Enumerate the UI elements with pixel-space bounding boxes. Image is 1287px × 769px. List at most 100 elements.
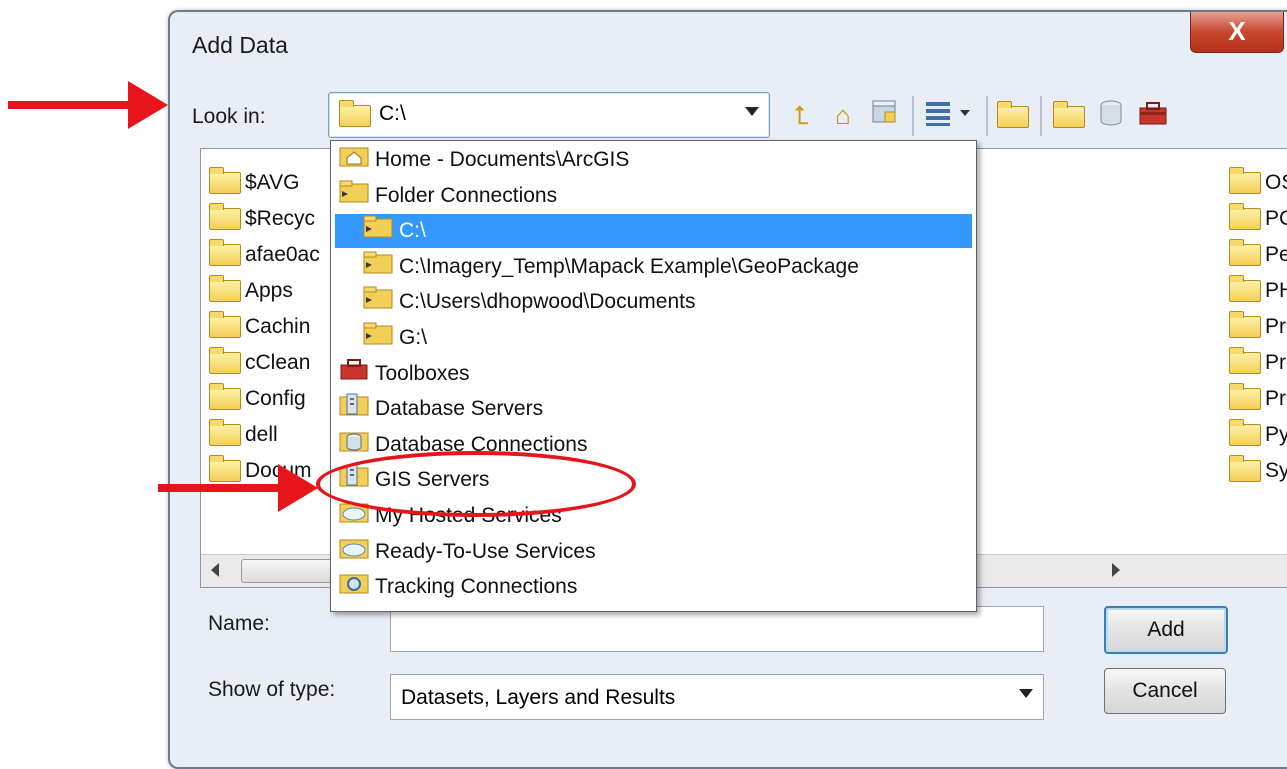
file-list-item-label: Cachin xyxy=(245,315,311,338)
file-list-item-label: Pro xyxy=(1265,351,1287,374)
home-folder-icon xyxy=(339,143,369,178)
dropdown-item-c-imagery-temp-mapack-example-geopackage[interactable]: C:\Imagery_Temp\Mapack Example\GeoPackag… xyxy=(335,250,972,284)
add-button[interactable]: Add xyxy=(1104,606,1228,654)
dropdown-item-c[interactable]: C:\ xyxy=(335,214,972,249)
file-list-item[interactable]: Config xyxy=(209,383,306,411)
folder-icon xyxy=(1229,455,1261,483)
ready-to-use-services-icon xyxy=(339,535,369,570)
file-list-item[interactable]: dell xyxy=(209,419,278,447)
file-list-item-label: PCI xyxy=(1265,207,1287,230)
close-button[interactable]: X xyxy=(1190,12,1284,53)
file-list-item-label: Config xyxy=(245,387,306,410)
file-list-item[interactable]: Pro xyxy=(1229,347,1287,375)
folder-connection-icon xyxy=(363,214,393,249)
file-list-item-label: OSC xyxy=(1265,171,1287,194)
lookin-value: C:\ xyxy=(379,102,406,125)
annotation-circle-gis-servers xyxy=(316,451,636,517)
dropdown-item-database-servers[interactable]: Database Servers xyxy=(335,392,972,426)
toolbar-separator xyxy=(986,96,988,136)
folder-icon xyxy=(1229,347,1261,375)
file-list-item-label: PHF xyxy=(1265,279,1287,302)
scroll-right-icon[interactable] xyxy=(1112,563,1120,577)
folder-connection-icon xyxy=(363,285,393,320)
show-type-value: Datasets, Layers and Results xyxy=(401,686,676,709)
dropdown-item-folder-connections[interactable]: Folder Connections xyxy=(335,179,972,213)
dropdown-item-label: Database Servers xyxy=(375,397,544,421)
toolbox-icon xyxy=(339,357,369,392)
new-folder-icon[interactable] xyxy=(996,98,1030,132)
show-type-label: Show of type: xyxy=(208,678,336,701)
file-list-item[interactable]: $Recyc xyxy=(209,203,316,231)
dropdown-item-tracking-connections[interactable]: Tracking Connections xyxy=(335,570,972,604)
file-list-item[interactable]: Cachin xyxy=(209,311,311,339)
file-list-item[interactable]: Perf xyxy=(1229,239,1287,267)
dialog-title: Add Data xyxy=(192,32,288,58)
connect-to-folder-icon[interactable] xyxy=(868,98,902,132)
file-list-item-label: Pro xyxy=(1265,387,1287,410)
home-icon[interactable]: ⌂ xyxy=(826,98,860,132)
folder-icon xyxy=(209,347,241,375)
file-list-item[interactable]: Pro xyxy=(1229,311,1287,339)
dropdown-item-ready-to-use-services[interactable]: Ready-To-Use Services xyxy=(335,535,972,569)
up-one-level-icon[interactable]: ⮤ xyxy=(784,98,818,132)
dropdown-item-toolboxes[interactable]: Toolboxes xyxy=(335,357,972,391)
file-list-item-label: cClean xyxy=(245,351,311,374)
scroll-left-icon[interactable] xyxy=(211,563,219,577)
dropdown-item-label: C:\Users\dhopwood\Documents xyxy=(399,290,696,314)
file-list-item-label: $Recyc xyxy=(245,207,316,230)
folder-icon xyxy=(339,100,371,127)
toolbox-icon[interactable] xyxy=(1136,98,1170,132)
file-list-item[interactable]: cClean xyxy=(209,347,311,375)
dropdown-item-label: Tracking Connections xyxy=(375,575,578,599)
chevron-down-icon xyxy=(745,107,759,116)
lookin-combo[interactable]: C:\ xyxy=(328,92,770,138)
folder-connection-icon xyxy=(363,250,393,285)
view-options-icon[interactable] xyxy=(924,98,978,132)
file-list-item-label: Syst xyxy=(1265,459,1287,482)
file-list-item[interactable]: Syst xyxy=(1229,455,1287,483)
dropdown-item-home-documents-arcgis[interactable]: Home - Documents\ArcGIS xyxy=(335,143,972,177)
file-list-item[interactable]: $AVG xyxy=(209,167,299,195)
catalog-folder-icon[interactable] xyxy=(1052,98,1086,132)
scroll-thumb[interactable] xyxy=(241,559,333,583)
file-list-item[interactable]: OSC xyxy=(1229,167,1287,195)
tracking-connections-icon xyxy=(339,570,369,605)
database-icon[interactable] xyxy=(1094,98,1128,132)
show-type-combo[interactable]: Datasets, Layers and Results xyxy=(390,674,1044,720)
folder-icon xyxy=(209,419,241,447)
file-list-item[interactable]: PCI xyxy=(1229,203,1287,231)
dropdown-item-label: G:\ xyxy=(399,326,428,350)
file-list-item[interactable]: Apps xyxy=(209,275,293,303)
folder-icon xyxy=(209,203,241,231)
dropdown-item-c-users-dhopwood-documents[interactable]: C:\Users\dhopwood\Documents xyxy=(335,285,972,319)
file-list-item-label: dell xyxy=(245,423,278,446)
dropdown-item-g[interactable]: G:\ xyxy=(335,321,972,355)
database-connections-icon xyxy=(339,428,369,463)
folder-icon xyxy=(1229,167,1261,195)
dropdown-item-label: Toolboxes xyxy=(375,361,470,385)
folder-icon xyxy=(209,311,241,339)
file-list-item[interactable]: PHF xyxy=(1229,275,1287,303)
folder-icon xyxy=(1229,275,1261,303)
file-list-item[interactable]: Pyth xyxy=(1229,419,1287,447)
title-bar: Add Data X xyxy=(170,12,1287,72)
file-list-item-label: Perf xyxy=(1265,243,1287,266)
file-list-item[interactable]: Pro xyxy=(1229,383,1287,411)
file-list-item-label: Pro xyxy=(1265,315,1287,338)
folder-icon xyxy=(209,383,241,411)
file-list-item[interactable]: afae0ac xyxy=(209,239,320,267)
toolbar-separator xyxy=(912,96,914,136)
name-input[interactable] xyxy=(390,606,1044,652)
lookin-dropdown-list[interactable]: Home - Documents\ArcGIS Folder Connection… xyxy=(330,140,977,612)
folder-icon xyxy=(209,239,241,267)
dropdown-item-label: C:\Imagery_Temp\Mapack Example\GeoPackag… xyxy=(399,254,859,278)
folder-icon xyxy=(209,455,241,483)
database-servers-icon xyxy=(339,392,369,427)
dropdown-item-label: Ready-To-Use Services xyxy=(375,539,596,563)
folder-connection-icon xyxy=(363,321,393,356)
lookin-label: Look in: xyxy=(192,105,266,128)
folder-icon xyxy=(1229,203,1261,231)
folder-icon xyxy=(1229,419,1261,447)
cancel-button[interactable]: Cancel xyxy=(1104,668,1226,714)
file-list-item-label: Apps xyxy=(245,279,293,302)
